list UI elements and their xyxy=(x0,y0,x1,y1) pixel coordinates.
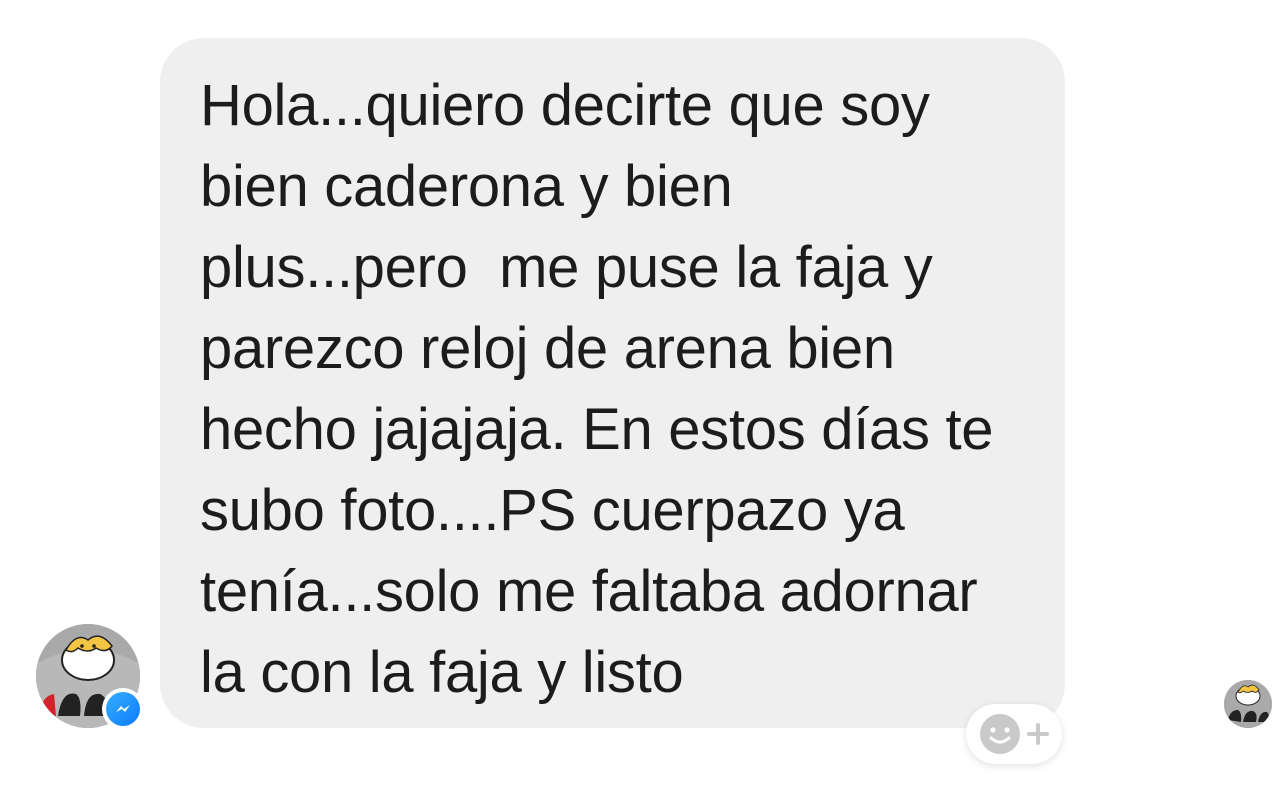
message-line: plus...pero me puse la faja y xyxy=(200,235,933,300)
message-line: bien caderona y bien xyxy=(200,154,733,219)
messenger-icon xyxy=(106,692,140,726)
smiley-icon xyxy=(980,714,1020,754)
message-thread: Hola...quiero decirte que soy bien cader… xyxy=(0,0,1284,802)
plus-icon xyxy=(1027,723,1049,745)
seen-avatar xyxy=(1224,680,1272,728)
message-line: la con la faja y listo xyxy=(200,640,684,705)
add-reaction-button[interactable] xyxy=(966,704,1062,764)
message-line: Hola...quiero decirte que soy xyxy=(200,73,930,138)
avatar-artwork xyxy=(1224,680,1272,728)
messenger-badge xyxy=(102,688,144,730)
message-line: tenía...solo me faltaba adornar xyxy=(200,559,978,624)
message-line: parezco reloj de arena bien xyxy=(200,316,895,381)
message-bubble[interactable]: Hola...quiero decirte que soy bien cader… xyxy=(160,38,1065,728)
message-line: hecho jajajaja. En estos días te xyxy=(200,397,994,462)
message-line: subo foto....PS cuerpazo ya xyxy=(200,478,905,543)
